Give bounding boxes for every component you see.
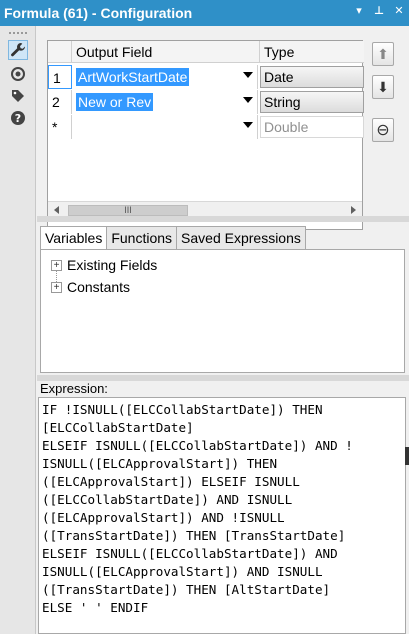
connection-icon	[11, 67, 25, 81]
table-row[interactable]: 2 New or Rev String	[48, 90, 364, 114]
chevron-down-icon[interactable]	[243, 122, 253, 128]
type-select[interactable]: Double	[260, 116, 364, 138]
tab-strip: Variables Functions Saved Expressions	[40, 226, 306, 251]
tree-node-existing-fields[interactable]: + Existing Fields	[51, 256, 157, 274]
tree-node-label: Constants	[67, 279, 131, 295]
arrow-down-icon: ⬇	[377, 78, 389, 95]
configuration-tab[interactable]	[8, 40, 28, 60]
tab-functions[interactable]: Functions	[106, 226, 178, 250]
pin-icon[interactable]: ⊥	[373, 4, 385, 17]
row-header-corner	[48, 41, 72, 63]
output-field-select[interactable]: New or Rev	[72, 90, 258, 114]
output-field-select[interactable]: ArtWorkStartDate	[72, 65, 258, 89]
output-field-value: ArtWorkStartDate	[76, 68, 190, 86]
tree-node-constants[interactable]: + Constants	[51, 278, 130, 296]
svg-text:?: ?	[15, 112, 21, 125]
grip-handle[interactable]	[9, 32, 27, 34]
help-tab[interactable]: ?	[8, 108, 28, 128]
expression-label: Expression:	[40, 381, 108, 396]
scroll-thumb[interactable]: III	[68, 205, 188, 216]
column-header-output-field[interactable]: Output Field	[72, 41, 260, 63]
remove-button[interactable]: ⊖	[372, 118, 394, 142]
connection-tab[interactable]	[8, 64, 28, 84]
tool-strip: ?	[0, 26, 36, 634]
table-row[interactable]: * Double	[48, 115, 364, 139]
type-select[interactable]: Date	[260, 66, 364, 88]
output-fields-panel: Output Field Type 1 ArtWorkStartDate Dat…	[37, 26, 409, 230]
window-controls: ▾ ⊥ ✕	[353, 4, 405, 17]
arrow-up-icon: ⬆	[377, 45, 389, 62]
expand-icon[interactable]: +	[51, 282, 62, 293]
annotation-tab[interactable]	[8, 86, 28, 106]
close-icon[interactable]: ✕	[393, 4, 405, 17]
scroll-right-icon[interactable]	[351, 206, 356, 214]
dropdown-icon[interactable]: ▾	[353, 4, 365, 17]
editor-scroll-marker[interactable]	[405, 447, 409, 465]
row-number: *	[48, 115, 72, 139]
wrench-icon	[11, 43, 26, 57]
tag-icon	[12, 90, 24, 102]
move-down-button[interactable]: ⬇	[372, 75, 394, 99]
row-number: 1	[48, 65, 72, 89]
move-up-button[interactable]: ⬆	[372, 42, 394, 66]
output-field-value: New or Rev	[76, 93, 154, 111]
variables-tree: + Existing Fields + Constants	[40, 249, 405, 373]
column-header-type[interactable]: Type	[260, 41, 364, 63]
expression-editor[interactable]: IF !ISNULL([ELCCollabStartDate]) THEN [E…	[38, 397, 406, 634]
window-title: Formula (61) - Configuration	[4, 5, 193, 21]
panel-splitter[interactable]	[37, 216, 409, 222]
tree-node-label: Existing Fields	[67, 257, 158, 273]
tab-saved-expressions[interactable]: Saved Expressions	[176, 226, 306, 250]
title-bar: Formula (61) - Configuration ▾ ⊥ ✕	[0, 0, 409, 26]
tab-variables[interactable]: Variables	[40, 226, 108, 251]
minus-circle-icon: ⊖	[376, 122, 390, 139]
row-number: 2	[48, 90, 72, 114]
help-icon: ?	[11, 111, 25, 125]
output-fields-grid: Output Field Type 1 ArtWorkStartDate Dat…	[47, 40, 364, 230]
output-field-select[interactable]	[72, 115, 258, 139]
type-select[interactable]: String	[260, 91, 364, 113]
scroll-left-icon[interactable]	[54, 206, 59, 214]
chevron-down-icon[interactable]	[243, 97, 253, 103]
chevron-down-icon[interactable]	[243, 72, 253, 78]
table-row[interactable]: 1 ArtWorkStartDate Date	[48, 65, 364, 89]
